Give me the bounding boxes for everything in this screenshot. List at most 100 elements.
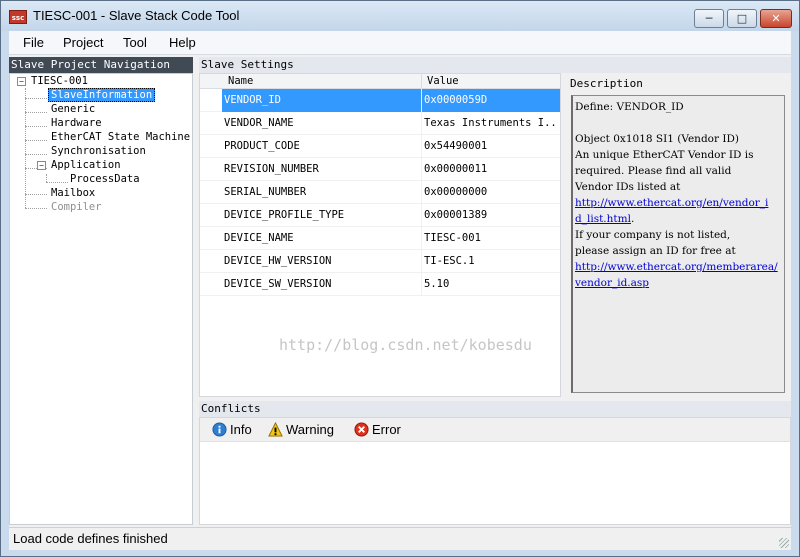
setting-name: VENDOR_NAME <box>224 117 294 129</box>
column-separator <box>421 135 422 158</box>
column-separator <box>421 250 422 273</box>
title-bar[interactable]: ssc TIESC-001 - Slave Stack Code Tool ─ … <box>1 1 799 31</box>
maximize-button[interactable]: □ <box>727 9 757 28</box>
description-line: please assign an ID for free at <box>575 245 736 257</box>
minimize-button[interactable]: ─ <box>694 9 724 28</box>
setting-value[interactable]: TI-ESC.1 <box>424 255 558 267</box>
tree-line <box>25 194 47 195</box>
tree-node-process-data[interactable]: ProcessData <box>70 172 140 186</box>
setting-name: PRODUCT_CODE <box>224 140 300 152</box>
description-link[interactable]: http://www.ethercat.org/en/vendor_i <box>575 195 782 211</box>
description-link[interactable]: vendor_id.asp <box>575 275 782 291</box>
tree-node-label: Generic <box>51 103 96 115</box>
collapse-icon[interactable]: − <box>17 77 26 86</box>
tree-node-label: Mailbox <box>51 187 96 199</box>
table-row[interactable]: REVISION_NUMBER 0x00000011 <box>200 158 560 181</box>
description-line <box>575 115 782 131</box>
collapse-icon[interactable]: − <box>37 161 46 170</box>
tree-node-hardware[interactable]: Hardware <box>51 116 102 130</box>
column-header-value[interactable]: Value <box>427 75 459 87</box>
menu-project[interactable]: Project <box>63 35 103 50</box>
tree-node-generic[interactable]: Generic <box>51 102 95 116</box>
description-line: If your company is not listed, <box>575 229 731 241</box>
menu-help[interactable]: Help <box>169 35 196 50</box>
menu-tool[interactable]: Tool <box>123 35 147 50</box>
tree-node-mailbox[interactable]: Mailbox <box>51 186 95 200</box>
tree-node-label: Hardware <box>51 117 102 129</box>
filter-info-button[interactable]: Info <box>212 422 252 438</box>
close-button[interactable]: ✕ <box>760 9 792 28</box>
column-separator <box>421 158 422 181</box>
filter-warning-label: Warning <box>286 422 334 437</box>
column-separator <box>421 181 422 204</box>
tree-node-slave-information[interactable]: SlaveInformation <box>48 88 156 102</box>
table-row[interactable]: SERIAL_NUMBER 0x00000000 <box>200 181 560 204</box>
tree-node-compiler[interactable]: Compiler <box>51 200 102 214</box>
resize-grip[interactable] <box>779 538 789 548</box>
setting-value[interactable]: 0x00000011 <box>424 163 558 175</box>
window-title: TIESC-001 - Slave Stack Code Tool <box>33 8 240 23</box>
minimize-icon: ─ <box>705 12 713 25</box>
table-row[interactable]: DEVICE_NAME TIESC-001 <box>200 227 560 250</box>
column-header-name[interactable]: Name <box>228 75 253 87</box>
description-link[interactable]: d_list.html. <box>575 211 782 227</box>
status-text: Load code defines finished <box>13 531 168 546</box>
description-line: Define: VENDOR_ID <box>575 101 684 113</box>
tree-line <box>25 112 47 113</box>
table-row[interactable]: PRODUCT_CODE 0x54490001 <box>200 135 560 158</box>
close-icon: ✕ <box>771 12 781 25</box>
filter-warning-button[interactable]: Warning <box>268 422 334 438</box>
navigation-tree[interactable]: − TIESC-001 SlaveInformation Generic Har… <box>9 73 193 525</box>
tree-line <box>25 126 47 127</box>
tree-node-application[interactable]: Application <box>51 158 121 172</box>
tree-line <box>25 154 47 155</box>
tree-line <box>25 140 47 141</box>
table-row[interactable]: DEVICE_HW_VERSION TI-ESC.1 <box>200 250 560 273</box>
setting-name: DEVICE_NAME <box>224 232 294 244</box>
menu-file[interactable]: File <box>23 35 44 50</box>
column-separator <box>421 273 422 296</box>
tree-line <box>25 208 47 209</box>
column-separator <box>421 112 422 135</box>
status-bar: Load code defines finished <box>9 527 791 550</box>
column-separator <box>421 204 422 227</box>
setting-value[interactable]: 0x54490001 <box>424 140 558 152</box>
setting-value[interactable]: 0x00001389 <box>424 209 558 221</box>
table-row[interactable]: DEVICE_SW_VERSION 5.10 <box>200 273 560 296</box>
app-logo-icon: ssc <box>9 10 27 24</box>
column-separator <box>421 89 422 112</box>
filter-error-button[interactable]: Error <box>354 422 401 438</box>
setting-value[interactable]: TIESC-001 <box>424 232 558 244</box>
tree-line <box>46 174 47 182</box>
tree-line <box>25 98 47 99</box>
conflicts-filter-bar: Info Warning Error <box>200 418 790 442</box>
table-row[interactable]: VENDOR_NAME Texas Instruments I... <box>200 112 560 135</box>
column-separator[interactable] <box>421 74 422 89</box>
setting-value[interactable]: 5.10 <box>424 278 558 290</box>
setting-name: DEVICE_PROFILE_TYPE <box>224 209 345 221</box>
setting-value[interactable]: Texas Instruments I... <box>424 117 558 129</box>
setting-value[interactable]: 0x0000059D <box>424 94 558 106</box>
menu-bar: File Project Tool Help <box>9 31 791 55</box>
description-link[interactable]: http://www.ethercat.org/memberarea/ <box>575 259 782 275</box>
tree-node-root[interactable]: TIESC-001 <box>31 74 88 88</box>
filter-info-label: Info <box>230 422 252 437</box>
filter-error-label: Error <box>372 422 401 437</box>
tree-node-label: TIESC-001 <box>31 75 88 87</box>
settings-header: Slave Settings <box>199 57 791 73</box>
app-window: ssc TIESC-001 - Slave Stack Code Tool ─ … <box>0 0 800 557</box>
navigation-header: Slave Project Navigation <box>9 57 193 73</box>
setting-name: DEVICE_HW_VERSION <box>224 255 332 267</box>
table-row[interactable]: DEVICE_PROFILE_TYPE 0x00001389 <box>200 204 560 227</box>
tree-line <box>46 182 68 183</box>
setting-name: DEVICE_SW_VERSION <box>224 278 332 290</box>
tree-node-synchronisation[interactable]: Synchronisation <box>51 144 146 158</box>
table-row[interactable]: VENDOR_ID 0x0000059D <box>200 89 560 112</box>
tree-node-label: Synchronisation <box>51 145 146 157</box>
watermark: http://blog.csdn.net/kobesdu <box>279 336 532 354</box>
column-separator <box>421 227 422 250</box>
tree-node-label: SlaveInformation <box>48 88 156 102</box>
setting-value[interactable]: 0x00000000 <box>424 186 558 198</box>
tree-node-ethercat-state-machine[interactable]: EtherCAT State Machine <box>51 130 190 144</box>
conflicts-header: Conflicts <box>199 401 791 417</box>
